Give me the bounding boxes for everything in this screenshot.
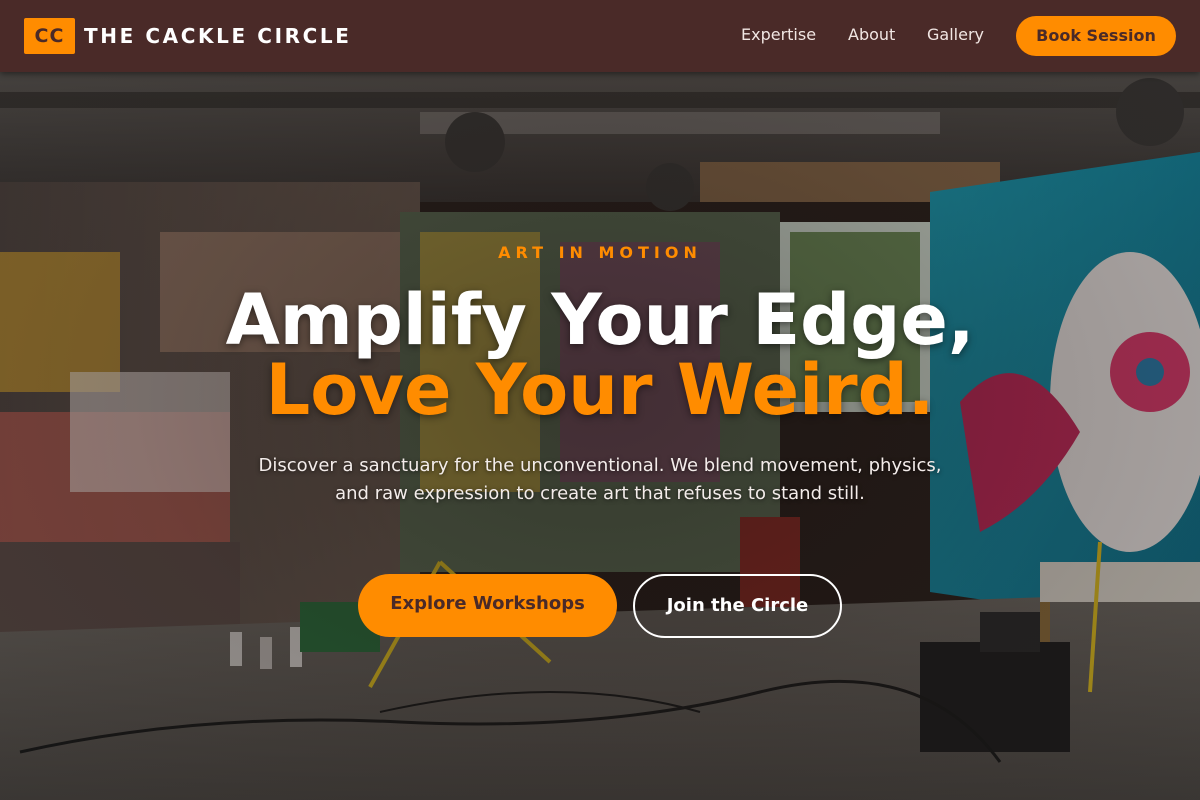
brand-name[interactable]: THE CACKLE CIRCLE	[84, 22, 352, 50]
join-circle-button[interactable]: Join the Circle	[633, 574, 842, 638]
hero-description: Discover a sanctuary for the unconventio…	[258, 455, 942, 504]
nav-link-gallery[interactable]: Gallery	[927, 24, 984, 46]
nav-link-about[interactable]: About	[848, 24, 895, 46]
hero-headline-line2: Love Your Weird.	[265, 349, 935, 431]
site-header: CC THE CACKLE CIRCLE Expertise About Gal…	[0, 0, 1200, 72]
explore-workshops-button[interactable]: Explore Workshops	[358, 574, 617, 637]
logo-badge[interactable]: CC	[24, 18, 75, 54]
hero-section	[0, 72, 1200, 800]
book-session-button[interactable]: Book Session	[1016, 16, 1176, 56]
hero-headline-line1: Amplify Your Edge,	[225, 279, 975, 361]
hero-dark-overlay	[0, 72, 1200, 800]
hero-eyebrow: ART IN MOTION	[498, 243, 702, 262]
nav-link-expertise[interactable]: Expertise	[741, 24, 816, 46]
